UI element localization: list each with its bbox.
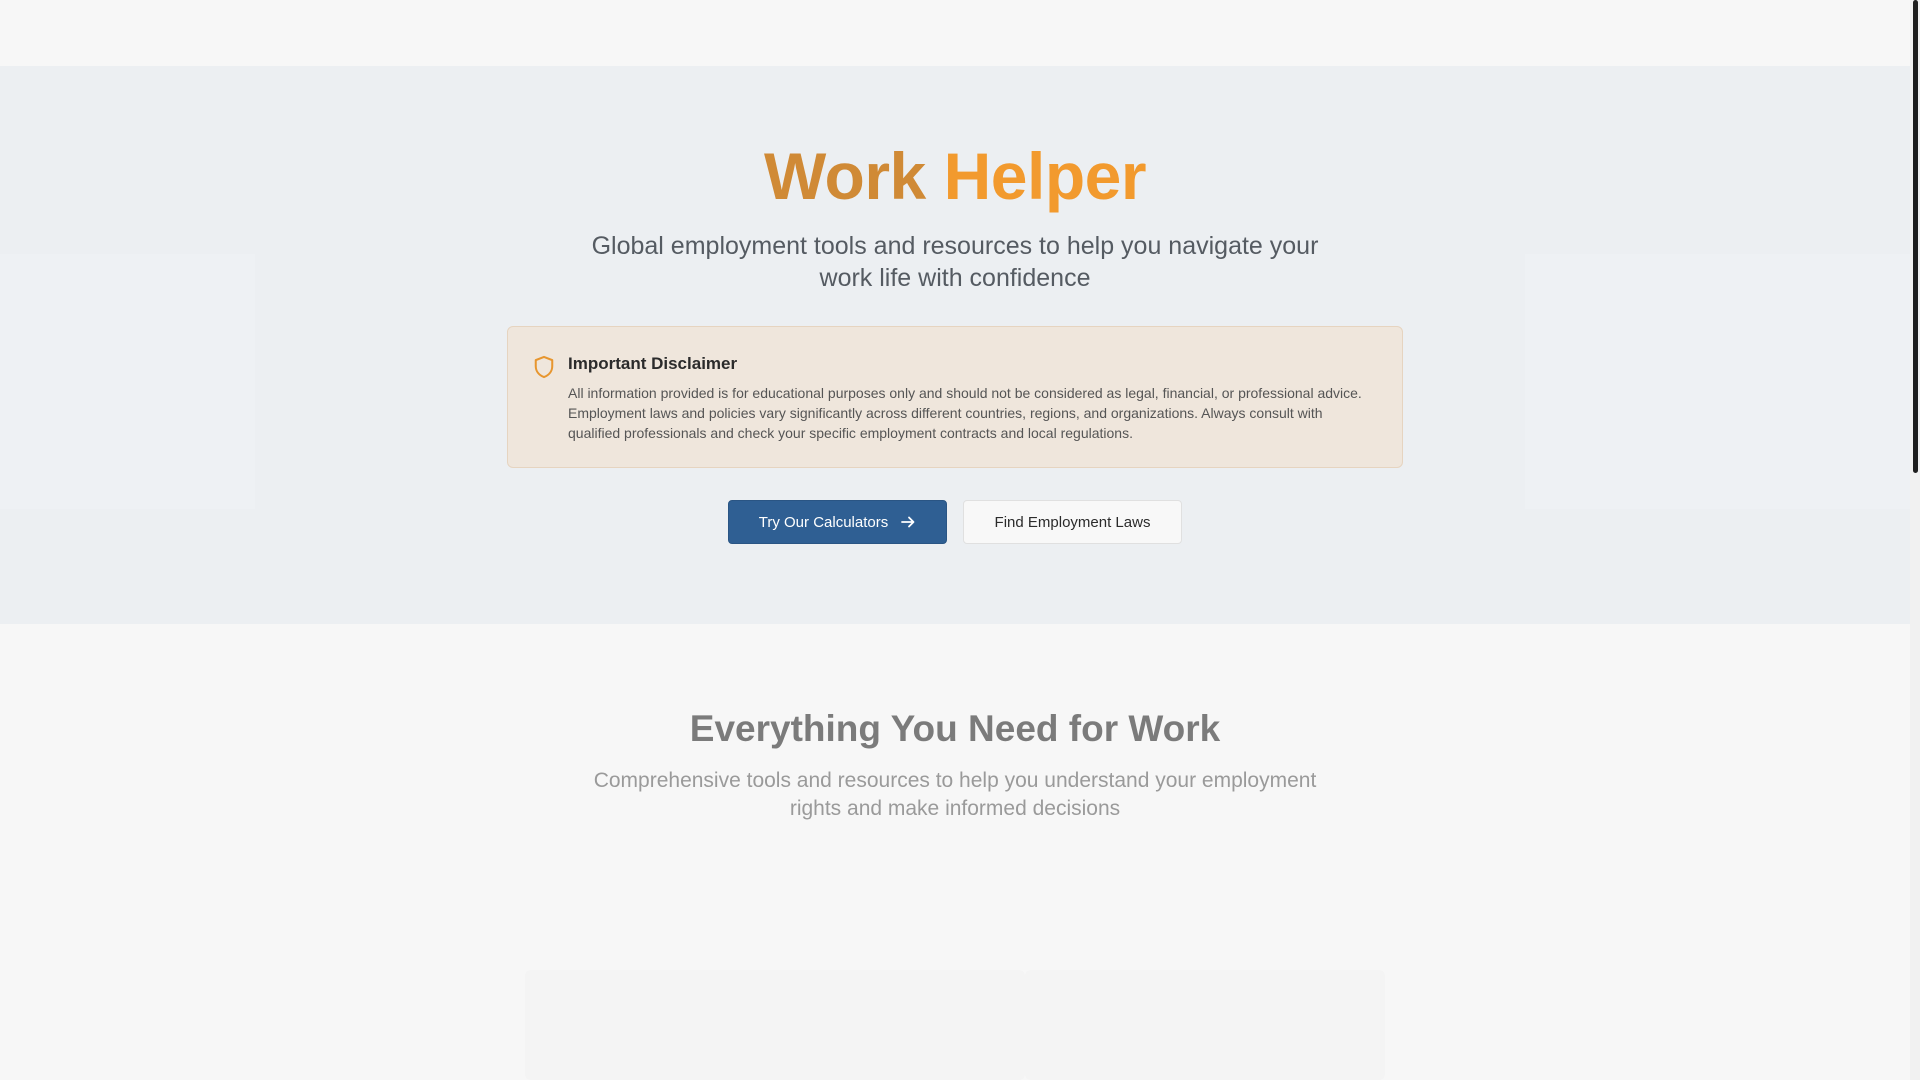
hero-section: Work Helper Global employment tools and …	[0, 66, 1910, 624]
hero-decoration-right	[1525, 254, 1910, 509]
disclaimer-title: Important Disclaimer	[568, 354, 738, 373]
page: Work Helper Global employment tools and …	[0, 0, 1920, 1080]
try-calculators-button[interactable]: Try Our Calculators	[728, 500, 947, 544]
feature-card-placeholder	[525, 970, 1025, 1080]
features-subtitle: Comprehensive tools and resources to hel…	[593, 769, 1317, 820]
arrow-right-icon	[901, 516, 915, 528]
hero-decoration-left	[0, 254, 255, 509]
feature-card-placeholder	[1025, 970, 1385, 1080]
disclaimer-text: All information provided is for educatio…	[568, 385, 1362, 441]
hero-title-work: Work	[763, 139, 926, 213]
scrollbar-thumb[interactable]	[1913, 0, 1918, 473]
scrollbar-track[interactable]	[1910, 0, 1920, 1080]
disclaimer-box: Important Disclaimer All information pro…	[507, 326, 1403, 468]
try-calculators-label: Try Our Calculators	[758, 513, 889, 531]
hero-title-helper: Helper	[943, 139, 1147, 213]
top-header-bar	[0, 0, 1910, 66]
find-employment-laws-button[interactable]: Find Employment Laws	[963, 500, 1182, 544]
shield-icon	[534, 355, 554, 379]
features-title: Everything You Need for Work	[689, 708, 1221, 749]
hero-subtitle: Global employment tools and resources to…	[591, 232, 1319, 292]
find-employment-laws-label: Find Employment Laws	[994, 513, 1151, 531]
features-section: Everything You Need for Work Comprehensi…	[0, 624, 1910, 1080]
hero-title: Work Helper	[0, 138, 1910, 214]
